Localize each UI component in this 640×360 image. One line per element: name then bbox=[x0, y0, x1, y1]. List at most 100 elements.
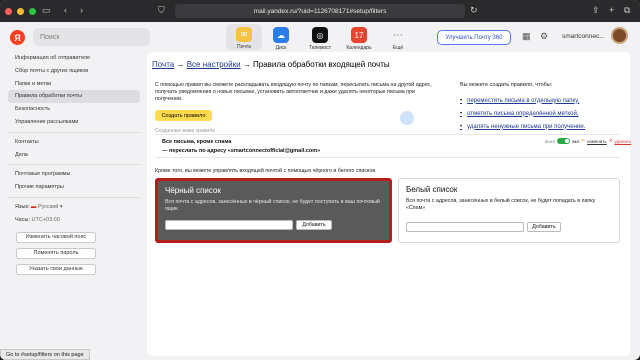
maximize-window-button[interactable] bbox=[29, 7, 36, 15]
breadcrumb-settings-link[interactable]: Все настройки bbox=[187, 60, 241, 69]
whitelist-title: Белый список bbox=[406, 185, 458, 194]
whitelist-email-input[interactable] bbox=[406, 222, 524, 232]
whitelist-add-button[interactable]: Добавить bbox=[527, 222, 561, 232]
rule-edit-link[interactable]: изменить bbox=[587, 139, 607, 144]
browser-titlebar: ▭ ‹ › ⛉ mail.yandex.ru/?uid=1126708171#s… bbox=[0, 0, 640, 22]
sidebar-item-folders[interactable]: Папки и метки bbox=[8, 78, 140, 91]
change-timezone-button[interactable]: Изменить часовой пояс bbox=[16, 231, 96, 243]
rule-delete-link[interactable]: удалить bbox=[614, 139, 631, 144]
sidebar-item-todo[interactable]: Дела bbox=[8, 149, 140, 162]
mouse-cursor-highlight bbox=[400, 111, 414, 125]
app-calendar[interactable]: 17 Календарь bbox=[341, 24, 377, 51]
app-disk[interactable]: ☁ Диск bbox=[263, 24, 299, 51]
language-label: Язык: bbox=[15, 203, 30, 210]
upgrade-button[interactable]: Улучшить Почту 360 bbox=[437, 30, 511, 45]
rule-toggle[interactable] bbox=[557, 138, 571, 144]
sidebar-item-contacts[interactable]: Контакты bbox=[8, 136, 140, 149]
hint-delete-link[interactable]: удалять ненужные письма при получении. bbox=[460, 120, 585, 133]
address-bar[interactable]: mail.yandex.ru/?uid=1126708171#setup/fil… bbox=[175, 4, 465, 18]
sidebar-item-other[interactable]: Прочие параметры bbox=[8, 181, 140, 194]
sidebar-item-rules[interactable]: Правила обработки почты bbox=[8, 90, 140, 104]
app-more[interactable]: ⋯ Ещё bbox=[380, 24, 416, 52]
russian-flag-icon: ▬ bbox=[30, 203, 37, 210]
sidebar-item-security[interactable]: Безопасность bbox=[8, 103, 140, 116]
create-rule-label: Создать правило bbox=[161, 112, 206, 119]
app-telemost-label: Телемост bbox=[308, 45, 332, 51]
minimize-window-button[interactable] bbox=[17, 7, 24, 15]
language-row: Язык: ▬ Русский ▾ bbox=[8, 201, 140, 214]
sidebar-divider bbox=[8, 164, 140, 166]
cross-icon[interactable]: ✕ bbox=[609, 138, 613, 144]
gear-icon[interactable]: ⚙ bbox=[540, 31, 548, 42]
whitelist-panel: Белый список Вся почта с адресов, занесё… bbox=[398, 178, 620, 243]
forward-arrow-icon[interactable]: › bbox=[80, 5, 83, 15]
change-password-button[interactable]: Поменять пароль bbox=[16, 247, 96, 259]
rule-condition: Все письма, кроме спама bbox=[162, 139, 232, 145]
blacklist-description: Вся почта с адресов, занесённых в чёрный… bbox=[165, 199, 380, 212]
rule-row: Все письма, кроме спама — переслать по а… bbox=[155, 134, 631, 158]
edit-personal-data-button[interactable]: Указать свои данные bbox=[16, 263, 96, 275]
blacklist-title: Чёрный список bbox=[165, 186, 221, 195]
app-calendar-label: Календарь bbox=[346, 45, 372, 51]
sidebar-item-mail-collect[interactable]: Сбор почты с других ящиков bbox=[8, 65, 140, 78]
app-telemost[interactable]: ◎ Телемост bbox=[302, 24, 338, 51]
calendar-icon: 17 bbox=[351, 27, 367, 43]
time-row: Часы: UTC+03:00 bbox=[8, 214, 140, 227]
telemost-icon: ◎ bbox=[312, 27, 328, 43]
change-password-label: Поменять пароль bbox=[33, 250, 79, 257]
rule-controls: выкл вкл ✎ изменить ✕ удалить bbox=[545, 138, 631, 144]
url-text: mail.yandex.ru/?uid=1126708171#setup/fil… bbox=[253, 7, 387, 15]
search-input[interactable]: Поиск bbox=[33, 28, 150, 46]
language-select[interactable]: Русский bbox=[38, 204, 58, 210]
share-icon[interactable]: ⇪ bbox=[592, 5, 600, 16]
main-panel: Почта → Все настройки → Правила обработк… bbox=[147, 52, 631, 356]
chevron-down-icon[interactable]: ▾ bbox=[60, 204, 63, 210]
app-disk-label: Диск bbox=[275, 45, 287, 51]
time-label: Часы: bbox=[15, 216, 30, 223]
sidebar-item-sender-info[interactable]: Информация об отправителе bbox=[8, 52, 140, 65]
settings-sidebar: Информация об отправителе Сбор почты с д… bbox=[8, 52, 140, 275]
browser-window: ▭ ‹ › ⛉ mail.yandex.ru/?uid=1126708171#s… bbox=[0, 0, 640, 360]
grid-icon[interactable]: ▦ bbox=[522, 31, 531, 42]
sidebar-divider bbox=[8, 131, 140, 133]
mail-icon: ✉ bbox=[236, 27, 252, 42]
blacklist-add-label: Добавить bbox=[302, 222, 326, 228]
search-placeholder: Поиск bbox=[40, 33, 60, 41]
blacklist-add-button[interactable]: Добавить bbox=[296, 220, 332, 230]
back-arrow-icon[interactable]: ‹ bbox=[64, 5, 67, 15]
close-window-button[interactable] bbox=[5, 7, 12, 15]
create-rule-button[interactable]: Создать правило bbox=[155, 110, 212, 121]
tabs-overview-icon[interactable]: ⧉ bbox=[624, 5, 630, 16]
app-mail[interactable]: ✉ Почта bbox=[226, 24, 262, 50]
calendar-day: 17 bbox=[354, 30, 364, 40]
sidebar-divider bbox=[8, 196, 140, 198]
hint-label-link[interactable]: отметить письма определённой меткой, bbox=[460, 107, 585, 120]
rule-off-label: выкл bbox=[545, 138, 556, 144]
sidebar-item-subscriptions[interactable]: Управление рассылками bbox=[8, 116, 140, 129]
reload-icon[interactable]: ↻ bbox=[470, 5, 478, 16]
shield-icon[interactable]: ⛉ bbox=[158, 5, 165, 16]
breadcrumb-mail-link[interactable]: Почта bbox=[152, 60, 174, 69]
blacklist-email-input[interactable] bbox=[165, 220, 293, 230]
sidebar-item-mail-clients[interactable]: Почтовые программы bbox=[8, 168, 140, 181]
app-more-label: Ещё bbox=[392, 45, 404, 51]
whitelist-add-label: Добавить bbox=[532, 224, 556, 230]
intro-text: С помощью правил вы сможете раскладывать… bbox=[155, 82, 432, 103]
yandex-logo[interactable]: Я bbox=[10, 30, 25, 45]
new-tab-icon[interactable]: + bbox=[609, 5, 614, 15]
account-name[interactable]: smartconnec... bbox=[562, 33, 605, 40]
more-icon: ⋯ bbox=[393, 29, 403, 41]
disk-icon: ☁ bbox=[273, 27, 289, 43]
breadcrumb-separator: → bbox=[242, 60, 251, 69]
upgrade-label: Улучшить Почту 360 bbox=[445, 34, 503, 41]
yandex-logo-letter: Я bbox=[14, 32, 21, 43]
sidebar-toggle-icon[interactable]: ▭ bbox=[42, 5, 51, 16]
pencil-icon[interactable]: ✎ bbox=[581, 138, 585, 144]
avatar[interactable] bbox=[611, 27, 628, 44]
blacklist-panel: Чёрный список Вся почта с адресов, занес… bbox=[155, 178, 392, 243]
edit-personal-data-label: Указать свои данные bbox=[29, 266, 83, 273]
page-title: Правила обработки входящей почты bbox=[253, 60, 390, 69]
time-value: UTC+03:00 bbox=[31, 216, 60, 223]
app-mail-label: Почта bbox=[237, 44, 251, 50]
hint-move-link[interactable]: переместить письма в отдельную папку, bbox=[460, 94, 585, 107]
